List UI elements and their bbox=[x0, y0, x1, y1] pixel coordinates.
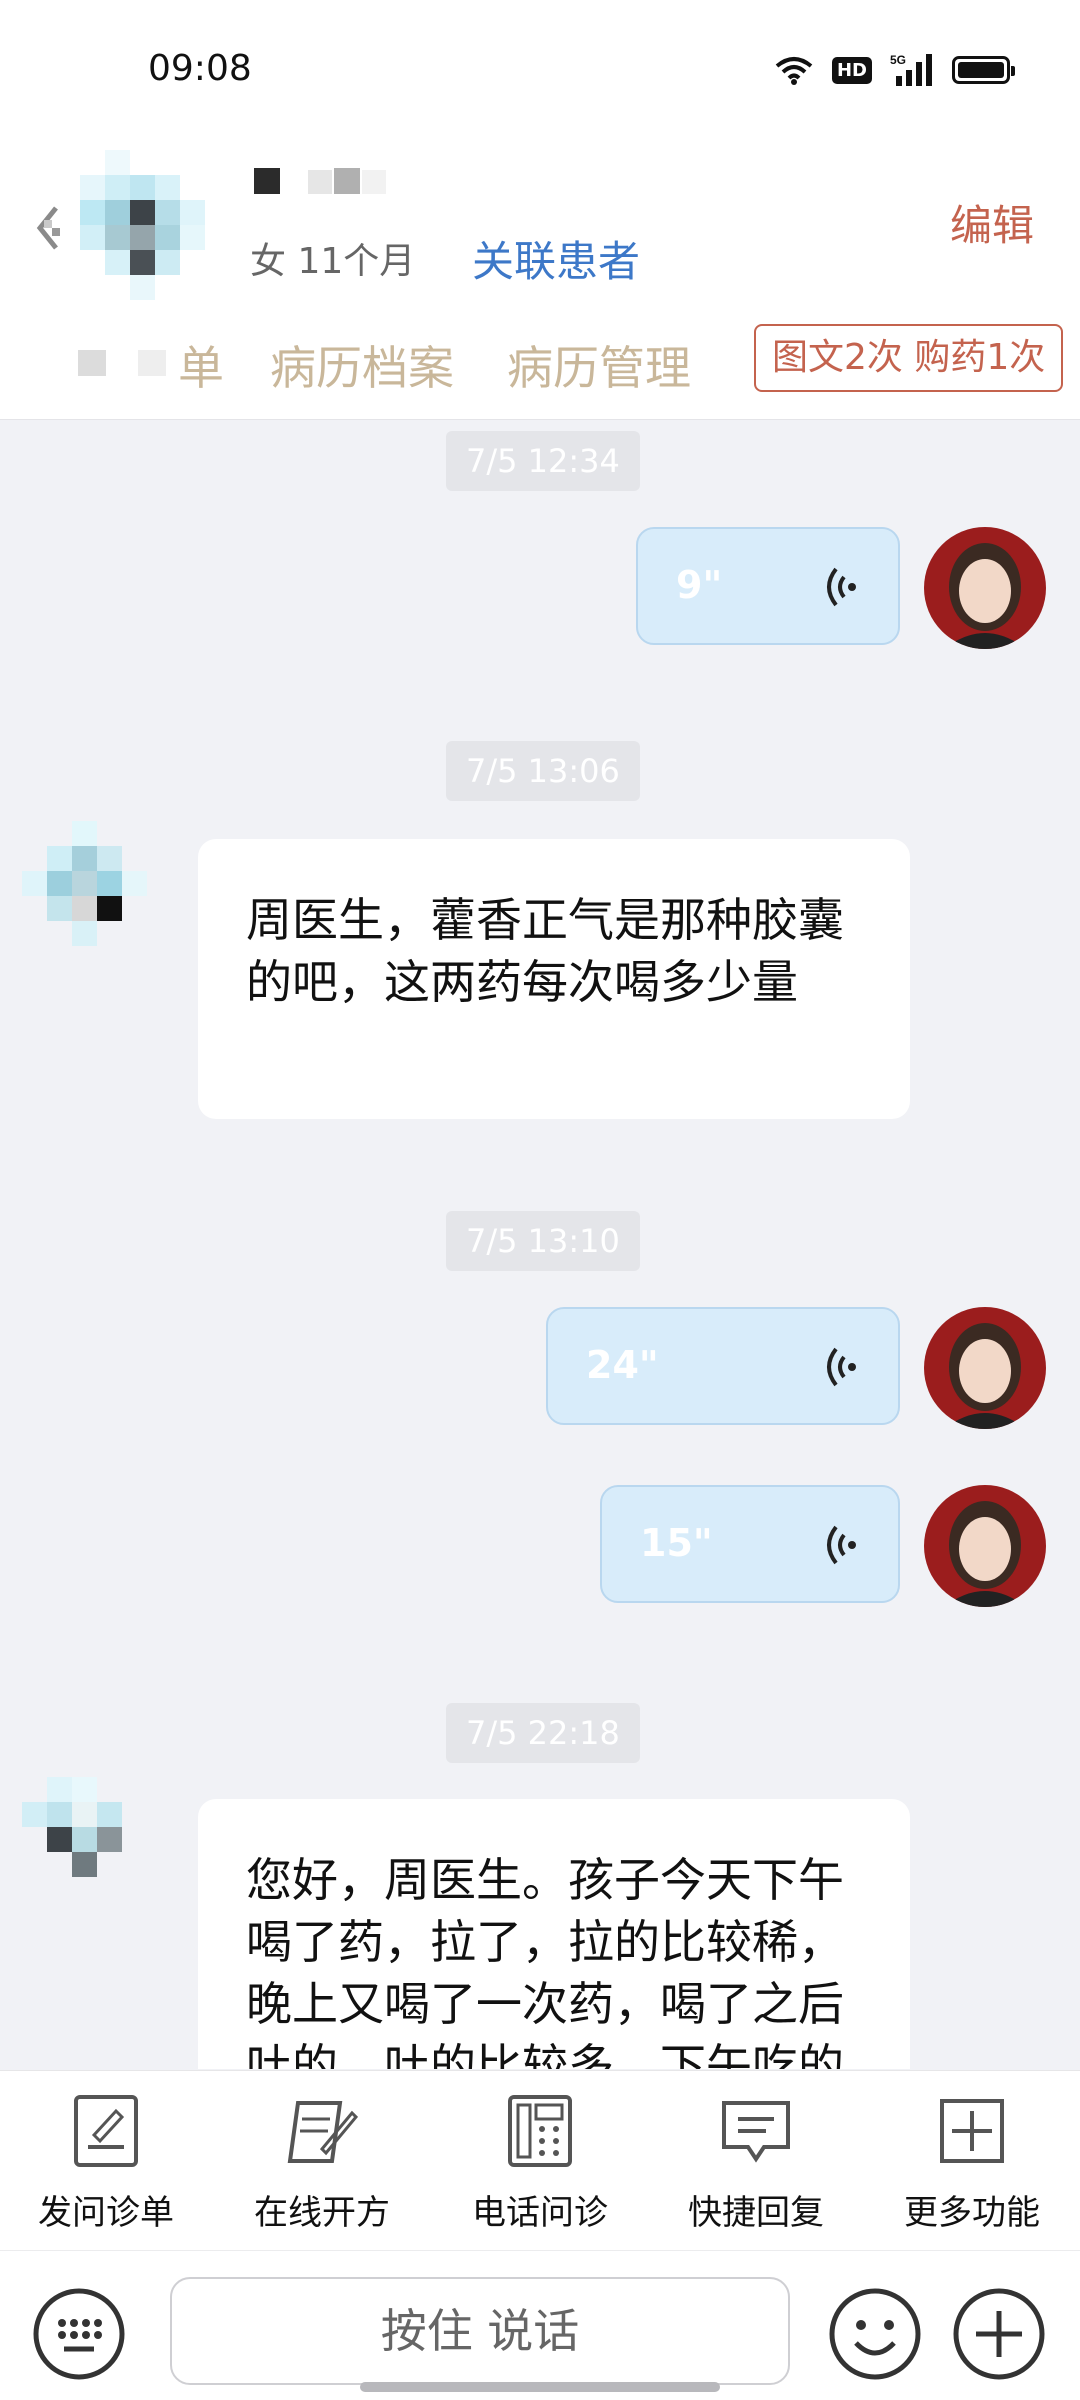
tool-label: 快捷回复 bbox=[688, 2193, 824, 2233]
hold-to-talk-button[interactable]: 按住 说话 bbox=[170, 2277, 790, 2385]
chat-bubble-icon bbox=[722, 2101, 790, 2163]
message-line: 您好，周医生。孩子今天下午 bbox=[246, 1853, 844, 1907]
voice-message[interactable]: 24" bbox=[546, 1307, 900, 1425]
incoming-text-message[interactable]: 周医生，藿香正气是那种胶囊 的吧，这两药每次喝多少量 bbox=[198, 839, 910, 1119]
status-bar: 09:08 HD 5G bbox=[0, 0, 1080, 140]
related-patients-link[interactable]: 关联患者 bbox=[472, 228, 640, 289]
5g-signal-icon: 5G bbox=[890, 53, 932, 86]
tab-label-blurred bbox=[78, 350, 166, 376]
timestamp: 7/5 12:34 bbox=[446, 431, 640, 491]
incoming-text-message[interactable]: 您好，周医生。孩子今天下午 喝了药，拉了，拉的比较稀， 晚上又喝了一次药，喝了之… bbox=[198, 1799, 910, 2069]
send-questionnaire-button[interactable]: 发问诊单 bbox=[6, 2091, 206, 2241]
tab-medical-archive[interactable]: 病历档案 bbox=[270, 332, 454, 398]
plus-square-icon bbox=[940, 2099, 1004, 2163]
chat-messages[interactable]: 7/5 12:34 9" 7/5 13:06 周医生，藿香正气是那种胶囊 的吧，… bbox=[0, 421, 1080, 2069]
tab-bar: 单 病历档案 病历管理 图文2次 购药1次 bbox=[0, 322, 1080, 402]
hd-badge: HD bbox=[831, 56, 872, 84]
doctor-avatar[interactable] bbox=[924, 527, 1046, 649]
status-icons: HD 5G bbox=[774, 52, 1015, 88]
patient-avatar-small[interactable] bbox=[22, 1777, 172, 1927]
patient-name-blurred bbox=[254, 168, 386, 194]
status-time: 09:08 bbox=[148, 48, 252, 89]
plus-circle-icon[interactable] bbox=[952, 2287, 1046, 2381]
service-count-badge: 图文2次 购药1次 bbox=[754, 324, 1064, 392]
online-prescription-button[interactable]: 在线开方 bbox=[222, 2091, 422, 2241]
function-toolbar: 发问诊单 在线开方 电话问诊 快捷回复 更多功能 bbox=[0, 2070, 1080, 2250]
voice-message[interactable]: 9" bbox=[636, 527, 900, 645]
voice-duration: 9" bbox=[676, 563, 723, 607]
doctor-avatar[interactable] bbox=[924, 1307, 1046, 1429]
message-line: 的吧，这两药每次喝多少量 bbox=[246, 955, 798, 1009]
voice-duration: 15" bbox=[640, 1521, 713, 1565]
tool-label: 更多功能 bbox=[904, 2193, 1040, 2233]
wifi-icon bbox=[775, 57, 813, 85]
message-line: 晚上又喝了一次药，喝了之后 bbox=[246, 1977, 844, 2031]
quick-reply-button[interactable]: 快捷回复 bbox=[656, 2091, 856, 2241]
network-label: 5G bbox=[890, 53, 906, 67]
edit-button[interactable]: 编辑 bbox=[950, 192, 1034, 253]
questionnaire-icon bbox=[74, 2095, 138, 2167]
voice-wave-icon bbox=[827, 567, 856, 607]
phone-icon bbox=[508, 2095, 572, 2167]
battery-icon bbox=[952, 56, 1015, 84]
patient-avatar-small[interactable] bbox=[22, 821, 172, 971]
tool-label: 电话问诊 bbox=[472, 2193, 608, 2233]
prescription-icon bbox=[287, 2101, 359, 2163]
timestamp: 7/5 13:10 bbox=[446, 1211, 640, 1271]
patient-meta: 女 11个月 bbox=[250, 241, 416, 282]
timestamp: 7/5 13:06 bbox=[446, 741, 640, 801]
voice-duration: 24" bbox=[586, 1343, 659, 1387]
voice-message[interactable]: 15" bbox=[600, 1485, 900, 1603]
back-arrow-icon[interactable] bbox=[32, 198, 68, 258]
doctor-avatar[interactable] bbox=[924, 1485, 1046, 1607]
timestamp: 7/5 22:18 bbox=[446, 1703, 640, 1763]
message-line: 周医生，藿香正气是那种胶囊 bbox=[246, 893, 844, 947]
voice-wave-icon bbox=[827, 1525, 856, 1565]
more-functions-button[interactable]: 更多功能 bbox=[872, 2091, 1072, 2241]
tool-label: 发问诊单 bbox=[38, 2193, 174, 2233]
tool-label: 在线开方 bbox=[254, 2193, 390, 2233]
message-line: 吐的，吐的比较多，下午吃的 bbox=[246, 2039, 844, 2069]
tab-medical-management[interactable]: 病历管理 bbox=[507, 332, 691, 398]
tab-form[interactable]: 单 bbox=[178, 332, 224, 398]
emoji-icon[interactable] bbox=[828, 2287, 922, 2381]
message-line: 喝了药，拉了，拉的比较稀， bbox=[246, 1915, 844, 1969]
patient-avatar[interactable] bbox=[80, 150, 230, 300]
keyboard-icon[interactable] bbox=[32, 2287, 126, 2381]
voice-wave-icon bbox=[827, 1347, 856, 1387]
phone-consult-button[interactable]: 电话问诊 bbox=[440, 2091, 640, 2241]
chat-header: 女 11个月 关联患者 编辑 单 病历档案 病历管理 图文2次 购药1次 bbox=[0, 140, 1080, 420]
home-indicator[interactable] bbox=[360, 2382, 720, 2392]
input-bar: 按住 说话 bbox=[0, 2250, 1080, 2400]
